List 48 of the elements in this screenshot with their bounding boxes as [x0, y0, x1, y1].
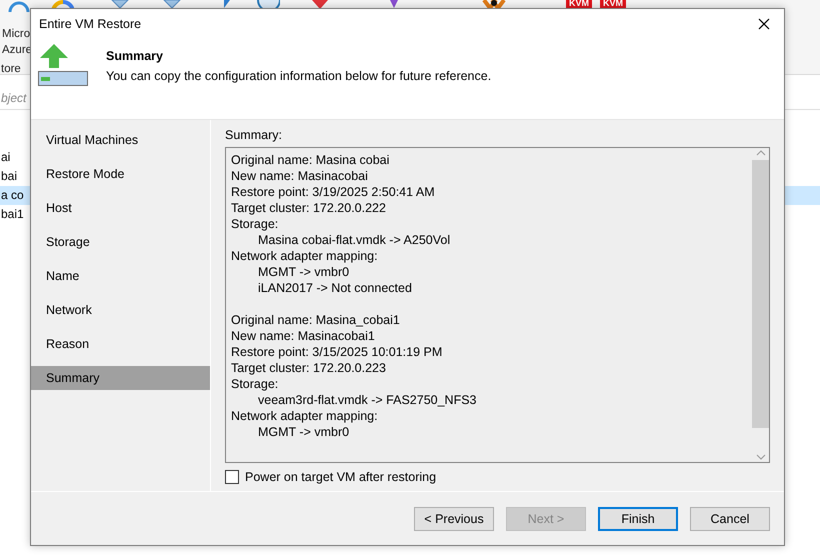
wizard-step[interactable]: Name	[31, 264, 210, 288]
ribbon-label: tore	[1, 62, 21, 77]
wizard-step[interactable]: Reason	[31, 332, 210, 356]
page-title: Summary	[106, 49, 164, 63]
power-on-label[interactable]: Power on target VM after restoring	[245, 470, 436, 484]
wizard-button[interactable]: Cancel	[690, 506, 770, 530]
summary-line: Restore point: 3/15/2025 10:01:19 PM	[231, 344, 444, 360]
close-icon	[758, 18, 770, 30]
summary-line: MGMT -> vmbr0	[257, 424, 350, 440]
summary-label: Summary:	[225, 128, 283, 142]
wizard-button[interactable]: < Previous	[414, 506, 494, 530]
summary-line: Network adapter mapping:	[231, 408, 379, 424]
scroll-down-icon[interactable]	[756, 452, 766, 462]
ribbon-label: Micro	[2, 27, 30, 42]
summary-line: iLAN2017 -> Not connected	[257, 280, 413, 296]
tree-item[interactable]: a co	[1, 188, 24, 202]
wizard-button[interactable]: Finish	[598, 506, 678, 530]
power-on-checkbox[interactable]	[225, 470, 239, 484]
tree-item[interactable]: bai1	[1, 207, 24, 221]
summary-line: MGMT -> vmbr0	[257, 264, 350, 280]
summary-line: Network adapter mapping:	[231, 248, 379, 264]
wizard-step[interactable]: Virtual Machines	[31, 128, 210, 152]
summary-line: Original name: Masina cobai	[231, 152, 390, 168]
kvm-badge[interactable]: KVM	[566, 0, 592, 8]
wizard-step[interactable]: Summary	[31, 366, 210, 390]
wizard-step[interactable]: Network	[31, 298, 210, 322]
wizard-step[interactable]: Host	[31, 196, 210, 220]
summary-line: Storage:	[231, 216, 280, 232]
summary-line: Original name: Masina_cobai1	[231, 312, 401, 328]
scroll-up-icon[interactable]	[756, 148, 766, 158]
kvm-badge[interactable]: KVM	[600, 0, 626, 8]
summary-line: Target cluster: 172.20.0.223	[231, 360, 387, 376]
summary-line: Target cluster: 172.20.0.222	[231, 200, 387, 216]
dialog-title: Entire VM Restore	[39, 17, 142, 31]
scrollbar-thumb[interactable]	[752, 160, 769, 428]
summary-line: veeam3rd-flat.vmdk -> FAS2750_NFS3	[257, 392, 478, 408]
summary-line: Storage:	[231, 376, 280, 392]
page-subtitle: You can copy the configuration information below for future reference.	[106, 69, 492, 83]
wizard-step[interactable]: Restore Mode	[31, 162, 210, 186]
summary-line: New name: Masinacobai	[231, 168, 369, 184]
summary-text-area[interactable]	[225, 147, 770, 463]
summary-line: New name: Masinacobai1	[231, 328, 376, 344]
summary-line: Masina cobai-flat.vmdk -> A250Vol	[257, 232, 452, 248]
tree-item[interactable]: ai	[1, 150, 10, 164]
summary-line: Restore point: 3/19/2025 2:50:41 AM	[231, 184, 436, 200]
wizard-step[interactable]: Storage	[31, 230, 210, 254]
tree-item[interactable]: bai	[1, 169, 18, 183]
search-field[interactable]: bject	[1, 91, 29, 105]
